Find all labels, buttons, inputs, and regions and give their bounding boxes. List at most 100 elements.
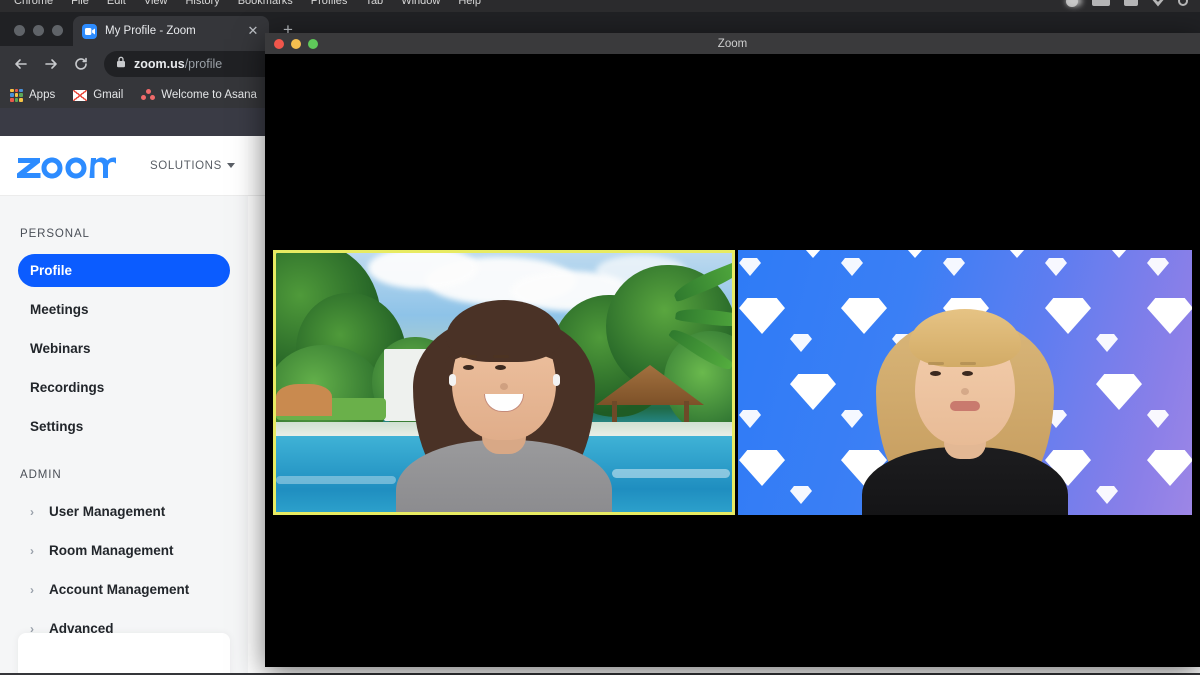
diamond-icon: [1147, 410, 1169, 428]
menu-item-history[interactable]: History: [185, 0, 219, 7]
zoom-window-title: Zoom: [717, 37, 748, 50]
diamond-icon: [1147, 298, 1192, 334]
diamond-icon: [790, 250, 836, 258]
sidebar-item-profile[interactable]: Profile: [18, 254, 230, 287]
tab-title: My Profile - Zoom: [105, 25, 196, 37]
lock-icon: [116, 55, 126, 73]
diamond-icon: [841, 258, 863, 276]
close-icon[interactable]: ✕: [246, 24, 260, 38]
bookmark-label-gmail: Gmail: [93, 89, 124, 101]
bookmark-label-apps: Apps: [29, 89, 56, 101]
zoom-app-window: Zoom: [265, 33, 1200, 667]
sidebar-item-account-management[interactable]: › Account Management: [18, 573, 230, 606]
diamond-icon: [1147, 450, 1192, 486]
nav-label-solutions: SOLUTIONS: [150, 159, 222, 172]
sidebar-item-settings[interactable]: Settings: [18, 410, 230, 443]
tab-my-profile-zoom[interactable]: My Profile - Zoom ✕: [73, 16, 269, 46]
sidebar-item-label: Profile: [30, 263, 73, 278]
minimize-button[interactable]: [33, 25, 44, 36]
chevron-right-icon: ›: [30, 543, 34, 558]
url-domain: zoom.us: [134, 57, 185, 71]
diamond-icon: [790, 374, 836, 410]
bookmark-label-asana: Welcome to Asana: [161, 89, 257, 101]
menu-item-tab[interactable]: Tab: [365, 0, 383, 7]
diamond-icon: [1096, 334, 1118, 352]
diamond-icon: [739, 410, 761, 428]
diamond-icon: [1045, 258, 1067, 276]
participant-right-avatar: [860, 309, 1070, 515]
sidebar-item-label: Webinars: [30, 341, 91, 356]
diamond-icon: [1147, 258, 1169, 276]
menu-item-window[interactable]: Window: [401, 0, 440, 7]
sidebar-item-label: User Management: [49, 504, 166, 519]
participant-left-avatar: [389, 300, 619, 512]
search-icon[interactable]: [1178, 0, 1188, 6]
menu-item-edit[interactable]: Edit: [107, 0, 126, 7]
macos-menu-items[interactable]: Chrome File Edit View History Bookmarks …: [0, 0, 481, 7]
earbud-icon: [449, 374, 456, 386]
macos-status-icons[interactable]: [1066, 0, 1200, 7]
reload-icon[interactable]: [68, 51, 94, 77]
chevron-right-icon: ›: [30, 504, 34, 519]
control-center-icon[interactable]: [1124, 0, 1138, 6]
sidebar-item-label: Room Management: [49, 543, 174, 558]
gmail-icon: [73, 89, 88, 101]
diamond-icon: [994, 250, 1040, 258]
sidebar-section-personal: PERSONAL: [20, 228, 90, 240]
video-stage: [265, 54, 1200, 667]
diamond-icon: [739, 298, 785, 334]
apps-grid-icon: [10, 88, 23, 102]
participant-video-left: [276, 253, 732, 512]
diamond-icon: [790, 486, 812, 504]
nav-item-solutions[interactable]: SOLUTIONS: [150, 160, 235, 172]
participant-tile-right[interactable]: [738, 250, 1192, 515]
battery-icon[interactable]: [1092, 0, 1110, 6]
zoom-window-titlebar: Zoom: [265, 33, 1200, 54]
asana-icon: [141, 89, 156, 101]
browser-traffic-lights[interactable]: [8, 25, 73, 46]
close-button[interactable]: [14, 25, 25, 36]
sidebar-promo-card: [18, 633, 230, 673]
menu-item-chrome[interactable]: Chrome: [14, 0, 53, 7]
sidebar-item-room-management[interactable]: › Room Management: [18, 534, 230, 567]
diamond-icon: [943, 258, 965, 276]
participant-tile-left[interactable]: [273, 250, 735, 515]
sidebar-section-admin: ADMIN: [20, 469, 62, 481]
diamond-icon: [1096, 486, 1118, 504]
diamond-icon: [790, 334, 812, 352]
url-path: /profile: [184, 57, 223, 71]
sidebar-item-label: Recordings: [30, 380, 105, 395]
diamond-icon: [1096, 250, 1142, 258]
menu-item-view[interactable]: View: [144, 0, 168, 7]
url-text: zoom.us/profile: [134, 57, 222, 71]
maximize-button[interactable]: [52, 25, 63, 36]
zoom-logo[interactable]: [16, 151, 122, 181]
diamond-icon: [739, 258, 761, 276]
diamond-icon: [739, 450, 785, 486]
sidebar-item-label: Settings: [30, 419, 84, 434]
menu-item-file[interactable]: File: [71, 0, 89, 7]
sidebar-item-label: Meetings: [30, 302, 89, 317]
chevron-down-icon: [226, 163, 235, 168]
sidebar-item-recordings[interactable]: Recordings: [18, 371, 230, 404]
sidebar-item-meetings[interactable]: Meetings: [18, 293, 230, 326]
bookmark-gmail[interactable]: Gmail: [73, 89, 123, 101]
macos-menu-bar: Chrome File Edit View History Bookmarks …: [0, 0, 1200, 12]
arrow-right-icon[interactable]: [38, 51, 64, 77]
menu-item-help[interactable]: Help: [458, 0, 481, 7]
zoom-video-icon: [82, 23, 97, 39]
bookmark-asana[interactable]: Welcome to Asana: [141, 89, 257, 101]
participant-video-right: [738, 250, 1192, 515]
arrow-left-icon[interactable]: [8, 51, 34, 77]
diamond-icon: [892, 250, 938, 258]
sidebar: PERSONAL Profile Meetings Webinars Recor…: [0, 196, 248, 673]
screen: Chrome File Edit View History Bookmarks …: [0, 0, 1200, 675]
menu-item-profiles[interactable]: Profiles: [311, 0, 348, 7]
chevron-right-icon: ›: [30, 582, 34, 597]
menu-item-bookmarks[interactable]: Bookmarks: [238, 0, 293, 7]
sidebar-item-webinars[interactable]: Webinars: [18, 332, 230, 365]
sidebar-item-user-management[interactable]: › User Management: [18, 495, 230, 528]
wifi-icon[interactable]: [1152, 0, 1164, 7]
earbud-icon: [553, 374, 560, 386]
bookmark-apps[interactable]: Apps: [10, 88, 56, 102]
